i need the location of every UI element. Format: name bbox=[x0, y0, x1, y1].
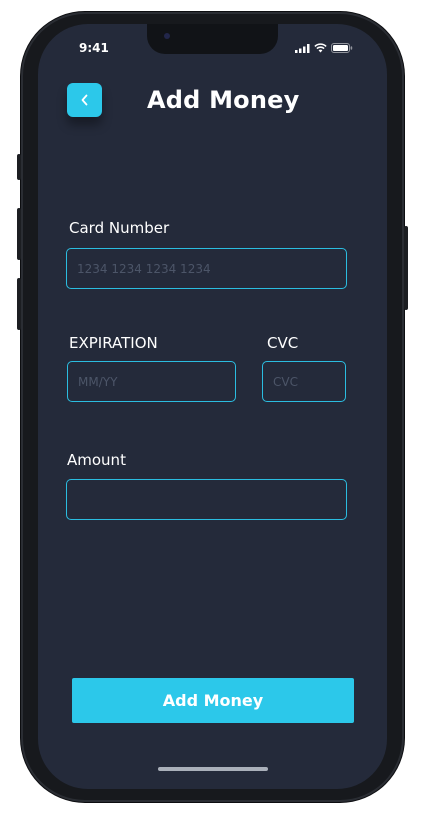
card-number-label: Card Number bbox=[69, 219, 170, 237]
add-money-button[interactable]: Add Money bbox=[72, 678, 354, 723]
wifi-icon bbox=[314, 43, 327, 53]
back-button[interactable] bbox=[67, 83, 102, 117]
expiration-input[interactable] bbox=[67, 361, 236, 402]
silent-switch bbox=[17, 154, 21, 180]
chevron-left-icon bbox=[81, 94, 87, 106]
status-icons bbox=[295, 43, 353, 53]
notch bbox=[147, 24, 278, 54]
cvc-input[interactable] bbox=[262, 361, 346, 402]
expiration-label: EXPIRATION bbox=[69, 334, 158, 352]
battery-icon bbox=[331, 43, 353, 53]
amount-input[interactable] bbox=[66, 479, 347, 520]
cvc-label: CVC bbox=[267, 334, 299, 352]
status-time: 9:41 bbox=[79, 41, 109, 55]
home-indicator[interactable] bbox=[158, 767, 268, 771]
volume-up-button bbox=[17, 208, 21, 260]
page-title: Add Money bbox=[147, 86, 300, 114]
amount-label: Amount bbox=[67, 451, 126, 469]
cellular-signal-icon bbox=[295, 43, 310, 53]
volume-down-button bbox=[17, 278, 21, 330]
front-camera bbox=[164, 33, 170, 39]
power-button bbox=[404, 226, 408, 310]
card-number-input[interactable] bbox=[66, 248, 347, 289]
app-screen: 9:41 Add Money Card Number EXPIRATION CV… bbox=[38, 24, 387, 789]
